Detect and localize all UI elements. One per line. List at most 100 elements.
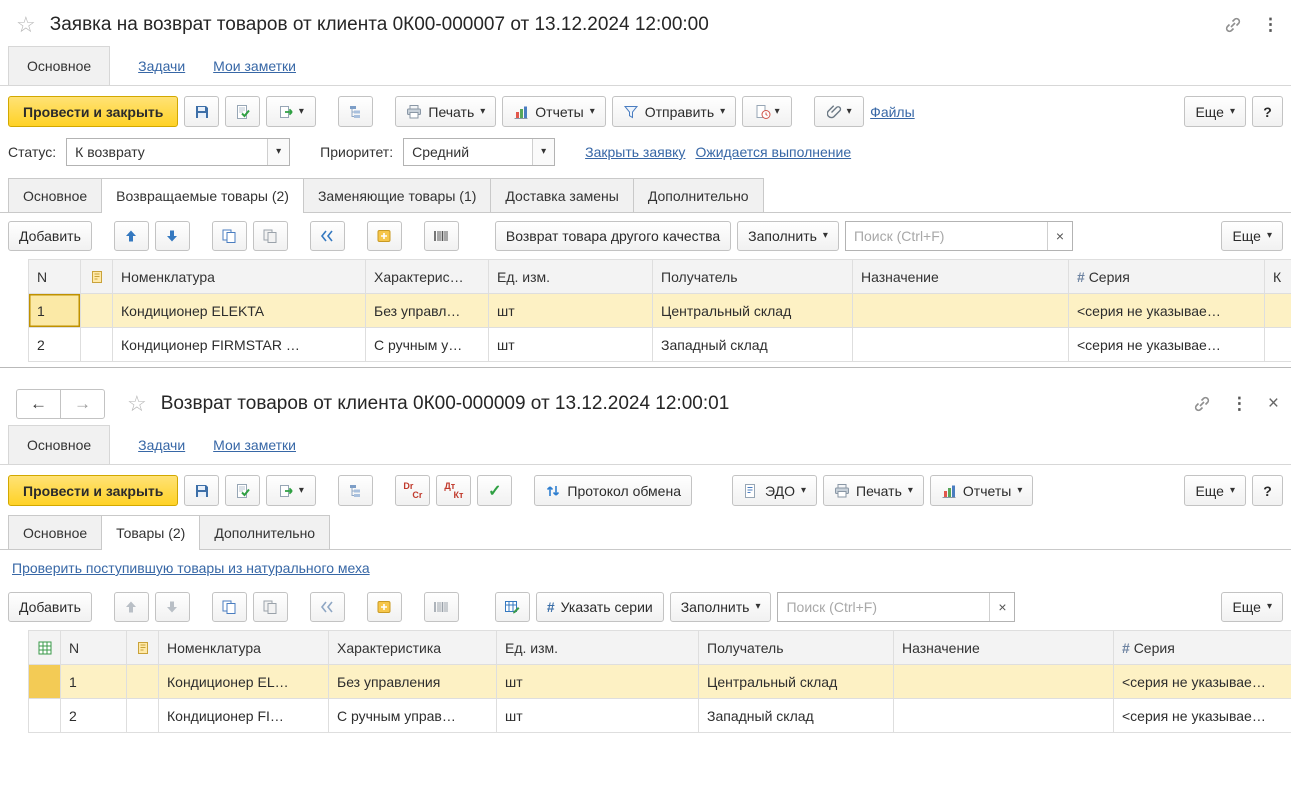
cell-num[interactable]: 1 [60,664,127,699]
barcode-scan-button[interactable] [423,221,459,251]
clear-search-button[interactable]: × [989,593,1014,621]
paste-row-button[interactable] [252,221,288,251]
return-other-quality-button[interactable]: Возврат товара другого качества [494,221,732,251]
tab-returnable-goods[interactable]: Возвращаемые товары (2) [101,178,304,213]
grid-more-button[interactable]: Еще ▾ [1221,592,1283,622]
table-row[interactable]: 2 Кондиционер FIRMSTAR … С ручным у… шт … [28,327,1291,362]
table-row[interactable]: 2 Кондиционер FI… С ручным управ… шт Зап… [28,698,1291,733]
dt-kt-register-button[interactable]: Дт Кт [436,475,472,506]
tab-goods[interactable]: Товары (2) [101,515,201,550]
dr-cr-register-button[interactable]: Dr Cr [395,475,431,506]
save-button[interactable] [184,96,220,127]
cell-row-icon[interactable] [126,698,159,733]
cell-receiver[interactable]: Центральный склад [698,664,894,699]
more-actions-icon[interactable]: ⋮ [1262,15,1279,35]
table-row[interactable]: 1 Кондиционер ELEKTA Без управл… шт Цент… [28,293,1291,328]
clear-search-button[interactable]: × [1046,222,1072,250]
cell-nomenclature[interactable]: Кондиционер FI… [158,698,329,733]
pending-execution-link[interactable]: Ожидается выполнение [695,144,851,160]
move-up-button[interactable] [113,592,149,622]
send-button[interactable]: Отправить ▾ [611,96,737,127]
copy-row-button[interactable] [211,221,247,251]
cell-purpose[interactable] [852,327,1069,362]
search-input[interactable] [845,228,1047,244]
cell-unit[interactable]: шт [496,698,699,733]
print-button[interactable]: Печать ▾ [395,96,497,127]
reports-button[interactable]: Отчеты ▾ [929,475,1034,506]
post-and-close-button[interactable]: Провести и закрыть [8,96,179,127]
nav-tab-main[interactable]: Основное [8,46,111,85]
fill-dropdown-button[interactable]: Заполнить ▾ [669,592,772,622]
move-down-button[interactable] [154,221,190,251]
cell-num[interactable]: 2 [28,327,81,362]
add-row-button[interactable]: Добавить [8,592,92,622]
forward-button[interactable]: → [60,389,105,419]
cell-receiver[interactable]: Западный склад [652,327,853,362]
subordination-structure-button[interactable] [338,96,374,127]
cell-num[interactable]: 2 [60,698,127,733]
tab-main[interactable]: Основное [8,178,103,212]
priority-select[interactable]: Средний ▾ [403,138,556,166]
edo-button[interactable]: ЭДО ▾ [732,475,817,506]
nav-link-tasks[interactable]: Задачи [138,58,185,74]
help-button[interactable]: ? [1252,475,1283,506]
close-request-link[interactable]: Закрыть заявку [585,144,685,160]
check-fur-goods-link[interactable]: Проверить поступившую товары из натураль… [12,560,370,576]
cell-nomenclature[interactable]: Кондиционер EL… [158,664,329,699]
reports-button[interactable]: Отчеты ▾ [502,96,606,127]
tab-replacement-delivery[interactable]: Доставка замены [490,178,634,212]
back-button[interactable]: ← [16,389,61,419]
post-and-close-button[interactable]: Провести и закрыть [8,475,179,506]
grid-more-button[interactable]: Еще ▾ [1221,221,1283,251]
attachments-button[interactable]: ▾ [814,96,865,127]
cell-row-icon[interactable] [80,327,113,362]
cell-row-icon[interactable] [126,664,159,699]
post-document-button[interactable] [225,96,261,127]
cell-purpose[interactable] [893,664,1114,699]
cell-purpose[interactable] [893,698,1114,733]
more-button[interactable]: Еще ▾ [1184,96,1246,127]
cell-selection[interactable] [28,698,61,733]
cell-row-icon[interactable] [80,293,113,328]
nav-link-notes[interactable]: Мои заметки [213,437,296,453]
more-actions-icon[interactable]: ⋮ [1231,394,1248,414]
favorite-star-icon[interactable]: ☆ [16,14,36,36]
cell-series[interactable]: <серия не указывае… [1113,664,1291,699]
split-arrows-button[interactable] [309,221,345,251]
cell-characteristic[interactable]: С ручным управ… [328,698,497,733]
provision-button[interactable] [366,592,402,622]
cell-unit[interactable]: шт [488,293,653,328]
nav-tab-main[interactable]: Основное [8,425,111,464]
files-link[interactable]: Файлы [870,104,914,120]
cell-series[interactable]: <серия не указывае… [1068,293,1265,328]
table-row[interactable]: 1 Кондиционер EL… Без управления шт Цент… [28,664,1291,699]
copy-row-button[interactable] [211,592,247,622]
search-input[interactable] [778,599,990,615]
check-document-button[interactable]: ✓ [477,475,513,506]
cell-selection[interactable] [28,664,61,699]
subordination-structure-button[interactable] [338,475,374,506]
cell-nomenclature[interactable]: Кондиционер FIRMSTAR … [112,327,366,362]
favorite-star-icon[interactable]: ☆ [127,393,147,415]
paste-row-button[interactable] [252,592,288,622]
reminder-button[interactable]: ▾ [742,96,793,127]
move-down-button[interactable] [154,592,190,622]
exchange-protocol-button[interactable]: Протокол обмена [534,475,692,506]
nav-link-tasks[interactable]: Задачи [138,437,185,453]
print-button[interactable]: Печать ▾ [823,475,924,506]
cell-num[interactable]: 1 [28,293,81,328]
priority-caret-icon[interactable]: ▾ [532,139,555,165]
cell-purpose[interactable] [852,293,1069,328]
cell-characteristic[interactable]: Без управления [328,664,497,699]
create-based-on-button[interactable]: ▾ [266,96,317,127]
status-select[interactable]: К возврату ▾ [66,138,291,166]
cell-receiver[interactable]: Центральный склад [652,293,853,328]
cell-characteristic[interactable]: Без управл… [365,293,489,328]
save-button[interactable] [184,475,220,506]
cell-series[interactable]: <серия не указывае… [1068,327,1265,362]
nav-link-notes[interactable]: Мои заметки [213,58,296,74]
copy-link-icon[interactable] [1224,16,1242,34]
tab-additional[interactable]: Дополнительно [632,178,764,212]
status-caret-icon[interactable]: ▾ [267,139,290,165]
cell-cut[interactable] [1264,327,1291,362]
